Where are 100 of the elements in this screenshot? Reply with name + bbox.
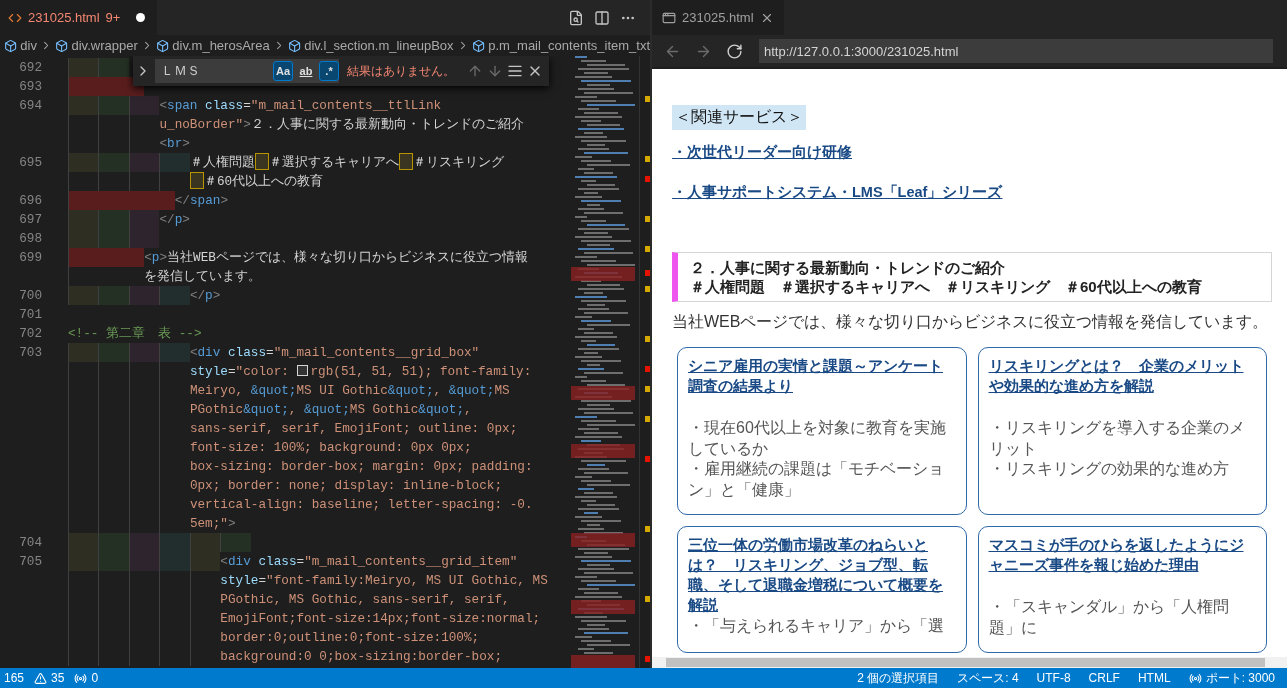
article-bullet: ・「スキャンダル」から「人権問題」に [988, 597, 1230, 638]
article-title-link[interactable]: リスキリングとは？ 企業のメリットや効果的な進め方を解説 [988, 356, 1256, 396]
line-number: 693 [18, 78, 42, 96]
code-line: </p> [159, 211, 190, 229]
cube-icon [4, 38, 18, 53]
code-line: background:0 0;box-sizing:border-box; [220, 648, 503, 666]
line-number: 703 [18, 344, 42, 362]
indent-guide [189, 552, 221, 571]
cube-icon [55, 38, 69, 53]
code-line: <div class="m_mail_contents__grid_item" [220, 553, 518, 571]
modified-dot-icon [136, 13, 146, 22]
indent-guide [68, 96, 99, 115]
article-title-link[interactable]: シニア雇用の実情と課題～アンケート調査の結果より [688, 356, 956, 396]
code-line: を発信しています。 [144, 268, 262, 286]
find-option-toggle[interactable]: .* [319, 61, 339, 81]
indent-guide [128, 552, 160, 571]
code-line: style="color: rgb(51, 51, 51); font-family: [189, 363, 532, 381]
indent-guide [159, 153, 190, 172]
indent-guide [98, 96, 129, 115]
article-bullet: ・雇用継続の課題は「モチベーション」と「健康」 [688, 459, 945, 500]
find-option-toggle[interactable]: Aa [272, 61, 293, 81]
section-heading: ＜関連サービス＞ [672, 105, 806, 130]
code-line: vertical-align: baseline; letter-spacing: -0. [189, 496, 533, 514]
article-title-link[interactable]: 三位一体の労働市場改革のねらいとは？ リスキリング、ジョブ型、転職、そして退職金増税について概要を解説 [688, 535, 956, 615]
status-item[interactable]: 2 個の選択項目 [857, 669, 940, 687]
article-bullet: ・リスキリングの効果的な進め方 [988, 459, 1230, 479]
line-number: 699 [18, 249, 42, 267]
code-line: border:0;outline:0;font-size:100%; [220, 629, 480, 647]
service-link[interactable]: ・人事サポートシステム・LMS「Leaf」シリーズ [672, 184, 1003, 200]
find-input[interactable]: ＬＭＳ Aa ab .* [155, 59, 339, 83]
indent-guide [68, 286, 99, 305]
previous-match-button[interactable] [467, 63, 483, 79]
code-line: <div class="m_mail_contents__grid_box" [189, 344, 480, 362]
status-item[interactable]: UTF-8 [1036, 671, 1071, 685]
indent-guide [68, 229, 99, 248]
status-item[interactable]: 0 [74, 671, 99, 685]
indent-guide [98, 229, 129, 248]
article-title-link[interactable]: マスコミが手のひらを返したようにジャニーズ事件を報じ始めた理由 [988, 535, 1256, 575]
indent-guide [128, 210, 160, 229]
indent-guide [128, 96, 160, 115]
breadcrumb-item[interactable]: div [20, 38, 37, 53]
split-editor-icon[interactable] [594, 9, 610, 26]
indent-guide [98, 286, 129, 305]
code-line: Meiryo, &quot;MS UI Gothic&quot;, &quot;MS [189, 382, 510, 400]
code-line: <p>当社WEBページでは、様々な切り口からビジネスに役立つ情報 [144, 249, 528, 267]
line-number: 705 [18, 553, 42, 571]
indent-guide [68, 153, 99, 172]
code-line: PGothic, MS Gothic, sans-serif, serif, [220, 591, 510, 609]
indent-guide [159, 343, 190, 362]
code-line: 0px; border: none; display: inline-block; [189, 477, 503, 495]
status-item[interactable]: スペース: 4 [957, 669, 1019, 687]
indent-guide [128, 286, 160, 305]
preview-icon[interactable] [568, 9, 584, 26]
code-line: 5em;"> [189, 515, 236, 533]
find-option-toggle[interactable]: ab [296, 61, 316, 81]
service-link[interactable]: ・次世代リーダー向け研修 [672, 144, 852, 160]
code-line: font-size: 100%; background: 0px 0px; [189, 439, 472, 457]
lines-icon [507, 63, 523, 79]
indent-guide [159, 552, 190, 571]
editor-tab[interactable]: 231025.html 9+ [0, 0, 158, 35]
indent-guide [98, 210, 129, 229]
indent-guide [159, 533, 190, 552]
status-item[interactable]: 35 [34, 671, 65, 685]
breadcrumb-item[interactable]: div.l_section.m_lineupBox [304, 38, 454, 53]
indent-guide [68, 552, 99, 571]
indent-guide [98, 533, 129, 552]
line-number: 692 [18, 59, 42, 77]
breadcrumb-item[interactable]: div.wrapper [71, 38, 138, 53]
indent-guide [128, 343, 160, 362]
line-number: 695 [18, 154, 42, 172]
find-result-message: 結果はありません。 [347, 62, 455, 80]
status-item[interactable]: 165 [4, 671, 25, 685]
url-field[interactable]: http://127.0.0.1:3000/231025.html [759, 39, 1273, 63]
indent-guide [68, 58, 99, 77]
cube-icon [156, 38, 170, 53]
indent-guide [220, 533, 251, 552]
status-item[interactable]: CRLF [1088, 671, 1120, 685]
indent-guide [98, 153, 129, 172]
status-item[interactable]: ポート: 3000 [1188, 669, 1275, 687]
code-line: ＃60代以上への教育 [189, 172, 324, 191]
line-number: 702 [18, 325, 42, 343]
section-tags: ＃人権問題 ＃選択するキャリアへ ＃リスキリング ＃60代以上への教育 [690, 277, 1259, 296]
line-number: 697 [18, 211, 42, 229]
indent-guide [98, 343, 129, 362]
indent-guide [98, 58, 129, 77]
line-number: 700 [18, 287, 42, 305]
breadcrumb-item[interactable]: p.m_mail_contents_item_txt [488, 38, 650, 53]
preview-tab[interactable]: 231025.html [652, 0, 784, 35]
horizontal-scrollbar[interactable] [652, 657, 1287, 668]
status-item[interactable]: HTML [1137, 671, 1171, 685]
cube-icon [471, 38, 486, 53]
reload-button[interactable] [726, 42, 743, 60]
indent-guide [68, 533, 99, 552]
breadcrumb-item[interactable]: div.m_herosArea [172, 38, 270, 53]
indent-guide [189, 533, 221, 552]
find-in-selection-button[interactable] [507, 63, 523, 79]
indent-guide [159, 286, 190, 305]
broadcast-icon [74, 671, 88, 685]
code-line: EmojiFont;font-size:14px;font-size:normal; [220, 610, 541, 628]
article-bullet: ・リスキリングを導入する企業のメリット [988, 418, 1246, 459]
